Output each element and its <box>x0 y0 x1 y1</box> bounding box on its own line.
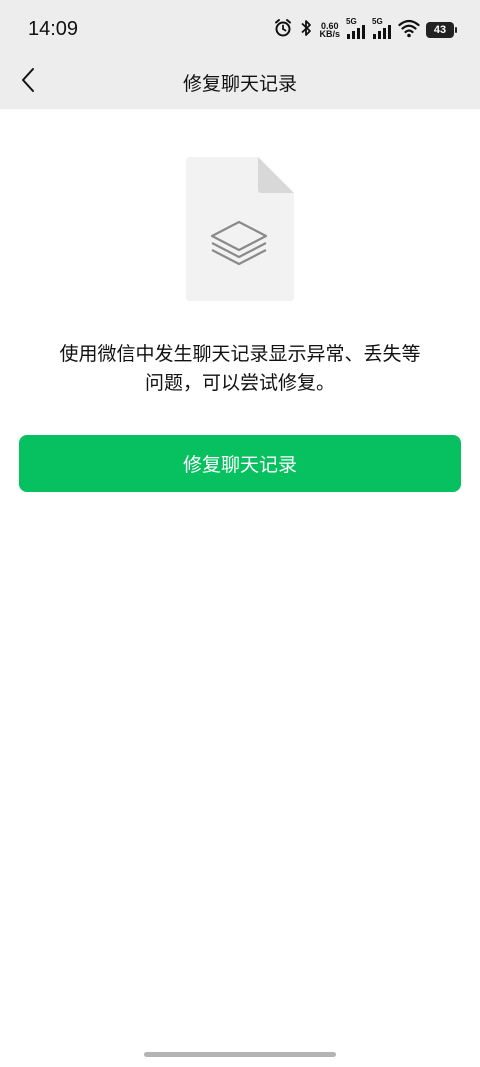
page-title: 修复聊天记录 <box>182 73 297 95</box>
status-bar: 14:09 0.60 KB/s 5G 5G 43 <box>0 0 480 58</box>
repair-chat-history-button[interactable]: 修复聊天记录 <box>19 435 461 492</box>
bluetooth-icon <box>299 18 313 42</box>
screen: 14:09 0.60 KB/s 5G 5G 43 修复聊天记录 使用微信中发生聊… <box>0 0 480 1067</box>
home-indicator[interactable] <box>144 1052 336 1057</box>
nav-bar: 修复聊天记录 <box>0 58 480 109</box>
battery-indicator: 43 <box>426 22 457 38</box>
file-layers-illustration <box>186 157 294 301</box>
status-time: 14:09 <box>28 18 79 40</box>
wifi-icon <box>398 18 420 42</box>
description-line-2: 问题，可以尝试修复。 <box>144 372 335 394</box>
network-speed: 0.60 KB/s <box>319 22 340 39</box>
description-line-1: 使用微信中发生聊天记录显示异常、丢失等 <box>59 343 421 365</box>
signal-2: 5G <box>372 17 392 40</box>
description-text: 使用微信中发生聊天记录显示异常、丢失等 问题，可以尝试修复。 <box>24 340 456 398</box>
signal-2-label: 5G <box>372 17 383 26</box>
signal-1: 5G <box>346 17 366 40</box>
signal-1-label: 5G <box>346 17 357 26</box>
status-icons: 0.60 KB/s 5G 5G 43 <box>273 17 457 42</box>
document-layers-icon <box>186 157 294 301</box>
network-speed-unit: KB/s <box>319 29 340 39</box>
alarm-icon <box>273 18 293 42</box>
